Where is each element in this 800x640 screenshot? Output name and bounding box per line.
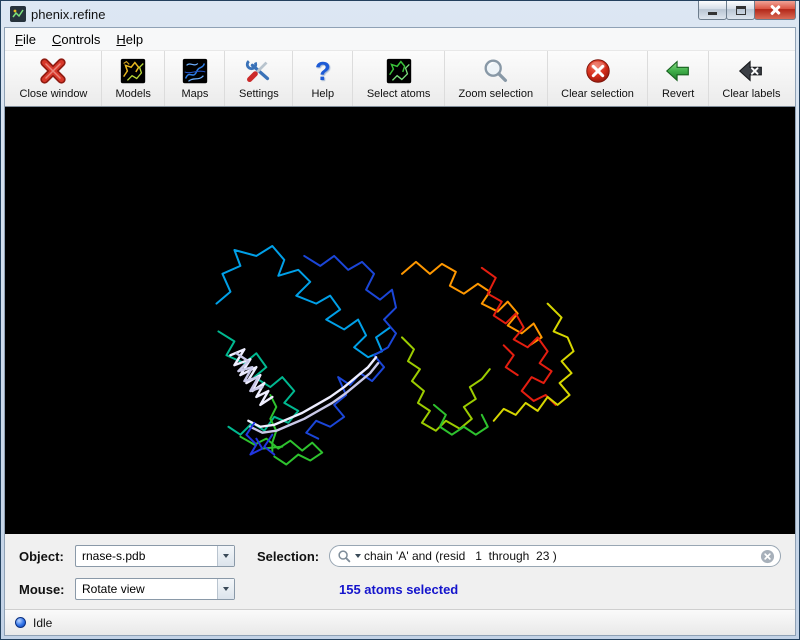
minimize-button[interactable] bbox=[698, 1, 727, 20]
toolbar-models[interactable]: Models bbox=[102, 51, 166, 106]
selection-label: Selection: bbox=[257, 549, 329, 564]
toolbar-label: Models bbox=[115, 88, 150, 100]
help-icon: ? bbox=[307, 55, 339, 87]
window-title: phenix.refine bbox=[31, 7, 105, 22]
object-label: Object: bbox=[19, 549, 75, 564]
menu-file-label: File bbox=[15, 32, 36, 47]
minimize-icon bbox=[708, 12, 717, 15]
app-icon bbox=[10, 6, 26, 22]
toolbar: Close window Models bbox=[5, 50, 795, 107]
maximize-button[interactable] bbox=[726, 1, 755, 20]
panel-row-1: Object: rnase-s.pdb Selection: bbox=[19, 544, 781, 568]
mouse-dropdown-value: Rotate view bbox=[76, 579, 217, 599]
toolbar-label: Clear selection bbox=[561, 88, 634, 100]
toolbar-label: Revert bbox=[662, 88, 694, 100]
toolbar-clear-labels[interactable]: Clear labels bbox=[709, 51, 794, 106]
control-panel: Object: rnase-s.pdb Selection: bbox=[5, 534, 795, 609]
toolbar-help[interactable]: ? Help bbox=[293, 51, 353, 106]
mouse-dropdown[interactable]: Rotate view bbox=[75, 578, 235, 600]
search-menu-chevron-icon[interactable] bbox=[355, 554, 361, 558]
toolbar-close-window[interactable]: Close window bbox=[6, 51, 102, 106]
maximize-icon bbox=[736, 6, 746, 15]
zoom-selection-icon bbox=[480, 55, 512, 87]
menu-controls-label: Controls bbox=[52, 32, 100, 47]
toolbar-label: Close window bbox=[20, 88, 88, 100]
atoms-selected-text: 155 atoms selected bbox=[339, 582, 458, 597]
status-bar: Idle bbox=[5, 609, 795, 635]
menu-help-label: Help bbox=[116, 32, 143, 47]
molecule-viewport[interactable] bbox=[5, 107, 795, 534]
status-led-icon bbox=[15, 617, 26, 628]
app-window: phenix.refine File Controls Help bbox=[0, 0, 800, 640]
close-window-icon bbox=[37, 55, 69, 87]
search-icon[interactable] bbox=[337, 549, 352, 564]
toolbar-select-atoms[interactable]: Select atoms bbox=[353, 51, 445, 106]
menu-controls[interactable]: Controls bbox=[44, 28, 108, 50]
toolbar-settings[interactable]: Settings bbox=[225, 51, 293, 106]
chevron-down-icon bbox=[217, 546, 234, 566]
chevron-down-icon bbox=[217, 579, 234, 599]
clear-labels-icon bbox=[735, 55, 767, 87]
window-controls bbox=[699, 1, 796, 20]
toolbar-maps[interactable]: Maps bbox=[165, 51, 225, 106]
select-atoms-icon bbox=[383, 55, 415, 87]
toolbar-zoom-selection[interactable]: Zoom selection bbox=[445, 51, 548, 106]
toolbar-label: Settings bbox=[239, 88, 279, 100]
toolbar-label: Select atoms bbox=[367, 88, 431, 100]
title-bar-inner: phenix.refine bbox=[10, 1, 699, 27]
toolbar-label: Clear labels bbox=[722, 88, 780, 100]
status-text: Idle bbox=[33, 616, 52, 630]
help-glyph: ? bbox=[315, 56, 331, 86]
client-area: File Controls Help Close window bbox=[4, 27, 796, 636]
settings-icon bbox=[243, 55, 275, 87]
mouse-label: Mouse: bbox=[19, 582, 75, 597]
object-dropdown-value: rnase-s.pdb bbox=[76, 546, 217, 566]
close-icon bbox=[769, 4, 781, 16]
maps-icon bbox=[179, 55, 211, 87]
menu-file[interactable]: File bbox=[7, 28, 44, 50]
menu-bar: File Controls Help bbox=[5, 28, 795, 50]
toolbar-label: Help bbox=[311, 88, 334, 100]
molecule-render bbox=[5, 107, 795, 534]
title-bar[interactable]: phenix.refine bbox=[4, 1, 796, 27]
close-button[interactable] bbox=[754, 1, 796, 20]
clear-selection-icon bbox=[582, 55, 614, 87]
toolbar-label: Maps bbox=[182, 88, 209, 100]
clear-search-icon[interactable] bbox=[760, 549, 775, 564]
toolbar-revert[interactable]: Revert bbox=[648, 51, 708, 106]
menu-help[interactable]: Help bbox=[108, 28, 151, 50]
object-dropdown[interactable]: rnase-s.pdb bbox=[75, 545, 235, 567]
toolbar-label: Zoom selection bbox=[458, 88, 533, 100]
selection-searchbox bbox=[329, 545, 781, 567]
selection-input[interactable] bbox=[364, 549, 757, 563]
models-icon bbox=[117, 55, 149, 87]
revert-icon bbox=[662, 55, 694, 87]
toolbar-clear-selection[interactable]: Clear selection bbox=[548, 51, 649, 106]
panel-row-2: Mouse: Rotate view 155 atoms selected bbox=[19, 577, 781, 601]
